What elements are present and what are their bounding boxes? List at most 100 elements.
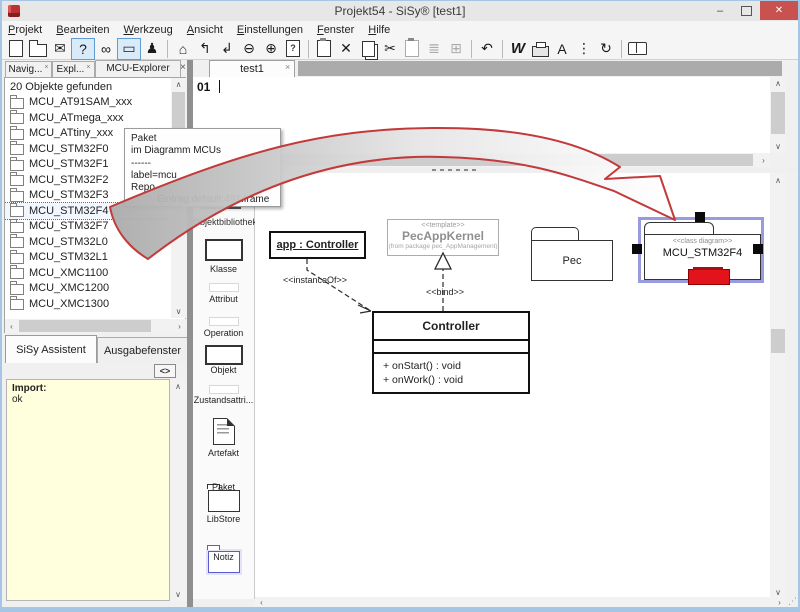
tree-item-mcu_atmega_xxx[interactable]: MCU_ATmega_xxx <box>5 110 169 126</box>
class-name: Controller <box>374 313 528 341</box>
person-icon[interactable]: ♟ <box>141 39 163 59</box>
menu-projekt[interactable]: Projekt <box>8 24 42 36</box>
tab-close-icon[interactable]: × <box>44 64 48 71</box>
palette-icon-objekt[interactable] <box>205 345 243 365</box>
maximize-button[interactable] <box>734 1 758 20</box>
palette-icon-attribut[interactable] <box>209 283 239 292</box>
nav-up-icon[interactable]: ↰ <box>194 39 216 59</box>
operation: + onWork() : void <box>383 373 519 387</box>
editor-vscrollbar[interactable]: ∧ ∨ <box>770 77 786 153</box>
menu-einstellungen[interactable]: Einstellungen <box>237 24 303 36</box>
palette-icon-zustandsattri[interactable] <box>209 385 239 394</box>
tree-item-mcu_stm32l1[interactable]: MCU_STM32L1 <box>5 250 169 266</box>
scroll-thumb[interactable] <box>771 92 785 134</box>
paste-special-icon[interactable] <box>401 39 423 59</box>
resize-grip-icon[interactable]: ⋰ <box>788 596 799 608</box>
print-icon[interactable] <box>529 39 551 59</box>
scroll-up-icon[interactable]: ∧ <box>170 379 186 393</box>
tree-item-mcu_stm32l0[interactable]: MCU_STM32L0 <box>5 234 169 250</box>
scroll-left-icon[interactable]: ‹ <box>5 319 18 333</box>
tree-item-mcu_xmc1300[interactable]: MCU_XMC1300 <box>5 296 169 312</box>
toolbar-separator <box>167 40 168 58</box>
palette-icon-notiz[interactable] <box>210 607 238 612</box>
scroll-right-icon[interactable]: › <box>173 319 186 333</box>
table-icon[interactable]: ⊞ <box>445 39 467 59</box>
list-icon[interactable]: ≣ <box>423 39 445 59</box>
palette-icon-artefakt[interactable] <box>213 418 235 445</box>
book-help-icon[interactable] <box>626 39 648 59</box>
palette-icon-paket[interactable] <box>208 490 240 512</box>
tooltip-line: ------ <box>131 158 274 170</box>
tree-item-mcu_stm32f7[interactable]: MCU_STM32F7 <box>5 219 169 235</box>
close-button[interactable]: ✕ <box>760 1 798 20</box>
tree-item-mcu_at91sam_xxx[interactable]: MCU_AT91SAM_xxx <box>5 95 169 111</box>
context-help-icon[interactable]: ? <box>71 38 95 60</box>
page-question-icon[interactable]: ? <box>282 39 304 59</box>
tab-ausgabefenster[interactable]: Ausgabefenster <box>97 337 188 363</box>
tab-test1[interactable]: test1 <box>209 60 295 77</box>
menu-fenster[interactable]: Fenster <box>317 24 354 36</box>
dotted-list-icon[interactable]: ⋮ <box>573 39 595 59</box>
tab-close-icon[interactable]: × <box>285 62 290 72</box>
word-export-icon[interactable]: W <box>507 39 529 59</box>
canvas-vscrollbar[interactable]: ∧ ∨ <box>770 173 786 599</box>
scroll-thumb[interactable] <box>19 320 151 332</box>
menu-bearbeiten[interactable]: Bearbeiten <box>56 24 109 36</box>
scroll-down-icon[interactable]: ∨ <box>170 587 186 601</box>
font-icon[interactable]: A <box>551 39 573 59</box>
zoom-in-icon[interactable]: ⊕ <box>260 39 282 59</box>
toolbar: ✉?∞▭♟⌂↰↲⊖⊕?✕✂≣⊞↶WA⋮↻ <box>2 38 798 60</box>
selection-handle[interactable] <box>695 212 705 222</box>
nav-down-icon[interactable]: ↲ <box>216 39 238 59</box>
window-view-icon[interactable]: ▭ <box>117 38 141 60</box>
menu-hilfe[interactable]: Hilfe <box>368 24 390 36</box>
scroll-up-icon[interactable]: ∧ <box>770 173 786 187</box>
tree-item-label: MCU_STM32F3 <box>29 189 108 201</box>
tree-item-mcu_xmc1200[interactable]: MCU_XMC1200 <box>5 281 169 297</box>
palette-icon-operation[interactable] <box>209 317 239 326</box>
canvas-hscrollbar[interactable]: ‹ › <box>255 597 786 608</box>
uml-class-controller[interactable]: Controller + onStart() : void + onWork()… <box>372 311 530 394</box>
scroll-up-icon[interactable]: ∧ <box>171 78 186 91</box>
palette-icon-klasse[interactable] <box>205 239 243 261</box>
menu-werkzeug[interactable]: Werkzeug <box>123 24 172 36</box>
delete-icon[interactable]: ✕ <box>335 39 357 59</box>
scroll-right-icon[interactable]: › <box>773 597 786 608</box>
scroll-down-icon[interactable]: ∨ <box>770 140 786 153</box>
code-view-button[interactable]: <> <box>154 364 176 378</box>
scroll-right-icon[interactable]: › <box>757 153 770 167</box>
selection-handle[interactable] <box>753 244 763 254</box>
selection-handle[interactable] <box>632 244 642 254</box>
tab-close-icon[interactable]: × <box>86 64 90 71</box>
scroll-left-icon[interactable]: ‹ <box>255 597 268 608</box>
open-folder-icon[interactable] <box>27 39 49 59</box>
splitter-handle-icon[interactable] <box>432 169 476 171</box>
editor-line-number: 01 <box>197 80 210 94</box>
uml-object-app-controller[interactable]: app : Controller <box>269 231 366 259</box>
scroll-up-icon[interactable]: ∧ <box>770 77 786 90</box>
scroll-thumb[interactable] <box>248 154 753 166</box>
menu-ansicht[interactable]: Ansicht <box>187 24 223 36</box>
uml-package-pec[interactable]: Pec <box>531 227 611 279</box>
uml-template-pecappkernel[interactable]: <<template>> PecAppKernel (from package … <box>387 219 499 256</box>
paste-icon[interactable] <box>313 39 335 59</box>
undo-icon[interactable]: ↶ <box>476 39 498 59</box>
home-icon[interactable]: ⌂ <box>172 39 194 59</box>
tab-sisy-assistent[interactable]: SiSy Assistent <box>5 335 97 363</box>
minimize-button[interactable]: – <box>708 1 732 20</box>
search-binoculars-icon[interactable]: ∞ <box>95 39 117 59</box>
new-document-icon[interactable] <box>5 39 27 59</box>
scroll-down-icon[interactable]: ∨ <box>171 305 186 318</box>
scroll-thumb[interactable] <box>771 329 785 353</box>
panel-close-icon[interactable]: × <box>180 62 186 73</box>
refresh-document-icon[interactable]: ↻ <box>595 39 617 59</box>
output-vscrollbar[interactable]: ∧ ∨ <box>170 379 186 601</box>
copy-icon[interactable] <box>357 39 379 59</box>
tree-hscrollbar[interactable]: ‹ › <box>5 319 186 333</box>
tree-item-label: MCU_STM32F4 <box>29 205 108 217</box>
tree-item-mcu_xmc1100[interactable]: MCU_XMC1100 <box>5 265 169 281</box>
mail-icon[interactable]: ✉ <box>49 39 71 59</box>
tree-item-label: MCU_STM32F1 <box>29 158 108 170</box>
zoom-out-icon[interactable]: ⊖ <box>238 39 260 59</box>
cut-icon[interactable]: ✂ <box>379 39 401 59</box>
